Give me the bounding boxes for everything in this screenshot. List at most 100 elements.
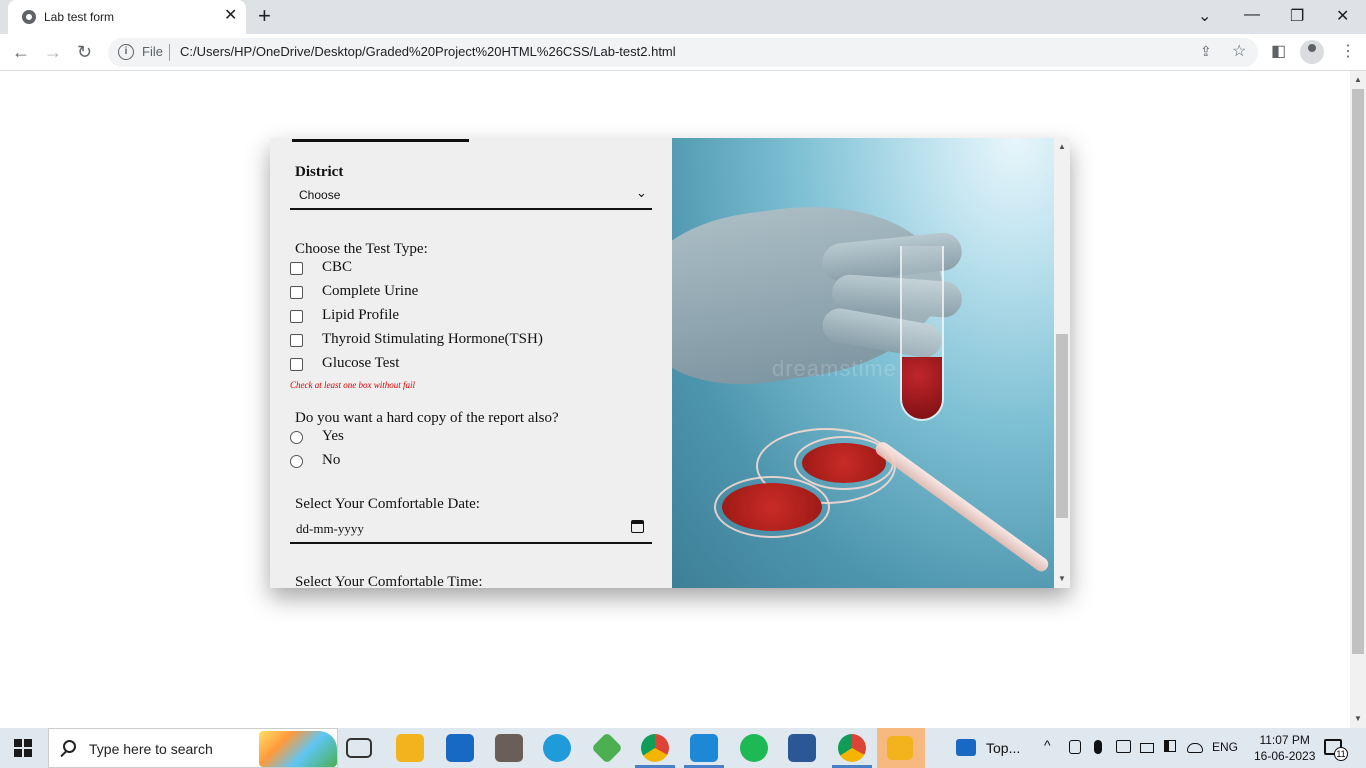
site-info-icon[interactable]: i: [118, 44, 134, 60]
checkbox[interactable]: [290, 286, 303, 299]
word-icon[interactable]: [788, 734, 816, 762]
edge-icon[interactable]: [543, 734, 571, 762]
meet-now-icon[interactable]: [1069, 740, 1081, 754]
microphone-icon[interactable]: [1094, 740, 1102, 754]
dish-sample: [722, 483, 822, 531]
test-tube: [900, 246, 944, 421]
radio-button[interactable]: [290, 455, 303, 468]
vscode-icon[interactable]: [684, 734, 724, 768]
chevron-down-icon: ⌄: [636, 186, 647, 201]
app-archive-icon[interactable]: [495, 734, 523, 762]
input-underline: [292, 139, 469, 142]
lab-photo: dreamstime: [672, 138, 1054, 588]
search-icon: [63, 740, 76, 753]
radio-label: No: [322, 452, 341, 468]
taskbar-search[interactable]: Type here to search: [48, 728, 338, 768]
scroll-thumb[interactable]: [1352, 89, 1364, 654]
spotify-icon[interactable]: [740, 734, 768, 762]
side-panel-icon[interactable]: ◧: [1271, 41, 1286, 61]
back-button[interactable]: ←: [12, 41, 30, 63]
node-icon[interactable]: [591, 732, 623, 764]
date-input[interactable]: dd-mm-yyyy: [290, 516, 652, 544]
tab-search-icon[interactable]: ⌄: [1198, 6, 1211, 26]
browser-tab[interactable]: Lab test form ✕: [8, 0, 246, 34]
onedrive-icon[interactable]: [1187, 743, 1203, 753]
time-question: Select Your Comfortable Time:: [295, 574, 483, 588]
scroll-up-icon[interactable]: ▲: [1354, 75, 1362, 84]
blood-sample: [902, 357, 942, 419]
page-scrollbar[interactable]: ▲ ▼: [1350, 71, 1366, 728]
checkbox[interactable]: [290, 310, 303, 323]
system-clock[interactable]: 11:07 PM 16-06-2023: [1254, 732, 1315, 764]
test-option-label: Complete Urine: [322, 283, 419, 299]
clock-date: 16-06-2023: [1254, 749, 1316, 763]
close-window-button[interactable]: ✕: [1336, 6, 1349, 26]
file-explorer-icon: [887, 736, 913, 760]
checkbox[interactable]: [290, 358, 303, 371]
test-option-label: Thyroid Stimulating Hormone(TSH): [322, 331, 543, 347]
search-placeholder: Type here to search: [89, 741, 213, 757]
volume-icon[interactable]: [1164, 740, 1176, 752]
validation-message: Check at least one box without fail: [290, 380, 415, 390]
chrome-icon[interactable]: [832, 734, 872, 768]
notification-count: 11: [1334, 747, 1348, 761]
notification-icon[interactable]: 11: [1324, 739, 1348, 761]
test-option-label: CBC: [322, 259, 353, 275]
windows-start-icon[interactable]: [14, 739, 32, 757]
reload-button[interactable]: ↻: [77, 41, 92, 63]
district-select-value: Choose: [299, 188, 341, 202]
clock-time: 11:07 PM: [1259, 733, 1310, 747]
display-icon[interactable]: [1116, 740, 1131, 753]
tab-close-icon[interactable]: ✕: [224, 7, 237, 25]
mail-icon[interactable]: [446, 734, 474, 762]
watermark: dreamstime: [772, 356, 897, 381]
lab-form-card: District Choose ⌄ Choose the Test Type: …: [270, 138, 1070, 588]
share-icon[interactable]: ⇪: [1200, 43, 1212, 60]
new-tab-button[interactable]: +: [258, 4, 271, 28]
calendar-icon[interactable]: [631, 520, 644, 533]
scroll-thumb[interactable]: [1056, 334, 1068, 518]
date-placeholder: dd-mm-yyyy: [296, 521, 364, 536]
radio-button[interactable]: [290, 431, 303, 444]
chrome-icon[interactable]: [635, 734, 675, 768]
widget-app-icon[interactable]: [956, 739, 976, 756]
tray-chevron-icon[interactable]: ^: [1044, 737, 1051, 753]
running-app-highlight[interactable]: [877, 728, 925, 768]
windows-taskbar: Type here to search Top... ^ ENG 11:07 P…: [0, 728, 1366, 768]
test-option-label: Lipid Profile: [322, 307, 400, 323]
checkbox[interactable]: [290, 334, 303, 347]
forward-button[interactable]: →: [44, 41, 62, 63]
scheme-label: File: [142, 44, 163, 59]
minimize-button[interactable]: —: [1244, 6, 1260, 24]
battery-icon[interactable]: [1140, 743, 1154, 753]
page-viewport: District Choose ⌄ Choose the Test Type: …: [0, 71, 1350, 728]
menu-icon[interactable]: ⋮: [1340, 41, 1356, 61]
restore-button[interactable]: ❐: [1290, 6, 1304, 26]
form-scrollbar[interactable]: ▲ ▼: [1054, 138, 1070, 588]
language-indicator[interactable]: ENG: [1212, 740, 1238, 754]
scroll-up-icon[interactable]: ▲: [1058, 142, 1066, 151]
address-bar[interactable]: i File C:/Users/HP/OneDrive/Desktop/Grad…: [108, 38, 1258, 67]
file-explorer-icon[interactable]: [396, 734, 424, 762]
scroll-down-icon[interactable]: ▼: [1354, 714, 1362, 723]
task-view-icon[interactable]: [346, 738, 372, 758]
dish-sample: [802, 443, 886, 483]
tab-title: Lab test form: [44, 10, 115, 24]
running-app-label[interactable]: Top...: [986, 740, 1020, 756]
petri-dish: [714, 476, 830, 538]
browser-tab-bar: Lab test form ✕ + ⌄ — ❐ ✕: [0, 0, 1366, 34]
district-select[interactable]: Choose ⌄: [290, 186, 652, 210]
test-type-question: Choose the Test Type:: [295, 241, 428, 257]
address-divider: [169, 44, 170, 61]
profile-avatar[interactable]: [1300, 40, 1324, 64]
scroll-down-icon[interactable]: ▼: [1058, 574, 1066, 583]
radio-label: Yes: [322, 428, 344, 444]
bookmark-star-icon[interactable]: ☆: [1232, 41, 1246, 61]
url-text[interactable]: C:/Users/HP/OneDrive/Desktop/Graded%20Pr…: [180, 44, 676, 59]
globe-icon: [22, 10, 36, 24]
checkbox[interactable]: [290, 262, 303, 275]
test-option-label: Glucose Test: [322, 355, 400, 371]
browser-toolbar: ← → ↻ i File C:/Users/HP/OneDrive/Deskto…: [0, 34, 1366, 71]
date-question: Select Your Comfortable Date:: [295, 496, 480, 512]
district-label: District: [295, 164, 344, 180]
